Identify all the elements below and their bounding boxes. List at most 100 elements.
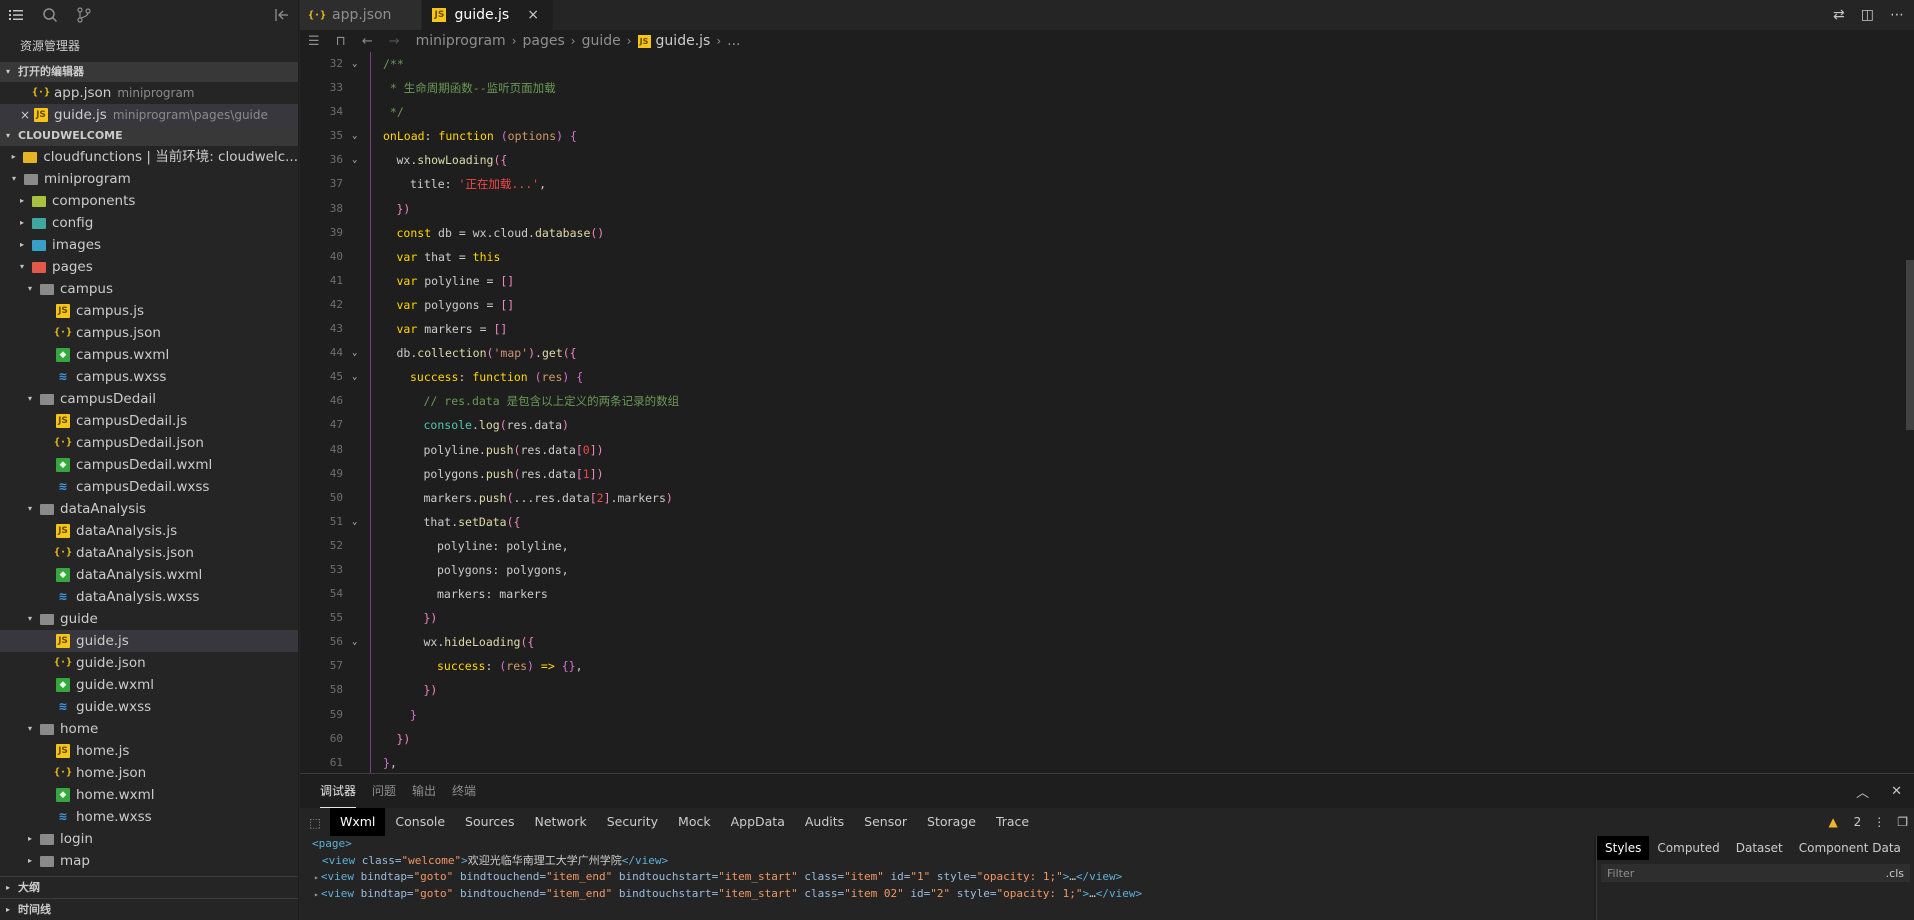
tree-folder[interactable]: ▸ map [0, 850, 298, 872]
bookmark-icon[interactable]: ⊓ [336, 34, 346, 49]
tree-file[interactable]: JS home.js [0, 740, 298, 762]
tree-file[interactable]: ≋ campus.wxss [0, 366, 298, 388]
warning-count[interactable]: 2 [1854, 815, 1862, 829]
tree-folder[interactable]: ▾ campusDedail [0, 388, 298, 410]
tree-folder[interactable]: ▸ images [0, 234, 298, 256]
wxml-node[interactable]: ▸ <view bindtap="goto" bindtouchend="item… [300, 886, 1594, 903]
panel-tab[interactable]: 调试器 [320, 774, 357, 808]
open-editor-item[interactable]: × JS guide.js miniprogram\pages\guide [0, 104, 298, 126]
tree-folder[interactable]: ▾ dataAnalysis [0, 498, 298, 520]
tree-file[interactable]: ◆ campusDedail.wxml [0, 454, 298, 476]
expand-arrow-icon[interactable]: ▸ [314, 873, 319, 882]
tree-file[interactable]: ◆ guide.wxml [0, 674, 298, 696]
tree-folder[interactable]: ▸ components [0, 190, 298, 212]
cls-toggle[interactable]: .cls [1886, 867, 1904, 880]
devtools-tab-security[interactable]: Security [597, 808, 668, 836]
tab-app-json[interactable]: {·} app.json [300, 0, 423, 30]
tree-file[interactable]: ≋ home.wxss [0, 806, 298, 828]
tree-file[interactable]: {·} guide.json [0, 652, 298, 674]
tree-file[interactable]: ≋ guide.wxss [0, 696, 298, 718]
code-editor[interactable]: 32 ⌄/** 33 * 生命周期函数--监听页面加载 34 */35 ⌄ onLoad:… [300, 52, 1914, 773]
breadcrumb-item[interactable]: guide [582, 33, 621, 49]
tree-folder[interactable]: ▾ campus [0, 278, 298, 300]
devtools-tab-appdata[interactable]: AppData [721, 808, 795, 836]
tree-folder[interactable]: ▸ cloudfunctions | 当前环境: cloudwelc... [0, 146, 298, 168]
search-icon[interactable] [42, 7, 58, 23]
outline-header[interactable]: ▸ 大纲 [0, 876, 298, 898]
more-actions-icon[interactable]: ⋯ [1890, 7, 1904, 23]
fold-chevron-icon[interactable]: ⌄ [352, 510, 357, 534]
fold-chevron-icon[interactable]: ⌄ [352, 630, 357, 654]
timeline-header[interactable]: ▸ 时间线 [0, 898, 298, 920]
devtools-tab-sensor[interactable]: Sensor [854, 808, 917, 836]
filter-row[interactable]: Filter .cls [1601, 864, 1910, 882]
devtools-tab-trace[interactable]: Trace [986, 808, 1039, 836]
wxml-node[interactable]: <view class="welcome">欢迎光临华南理工大学广州学院</vi… [300, 853, 1594, 870]
tree-file[interactable]: {·} dataAnalysis.json [0, 542, 298, 564]
back-arrow-icon[interactable]: ← [362, 34, 373, 49]
wxml-node[interactable]: <page> [300, 836, 1594, 853]
devtools-tab-sources[interactable]: Sources [455, 808, 524, 836]
devtools-tab-console[interactable]: Console [385, 808, 455, 836]
tab-guide-js[interactable]: JS guide.js × [422, 0, 554, 30]
panel-tab[interactable]: 问题 [372, 774, 396, 808]
tree-file[interactable]: ◆ dataAnalysis.wxml [0, 564, 298, 586]
fold-chevron-icon[interactable]: ⌄ [352, 365, 357, 389]
fold-chevron-icon[interactable]: ⌄ [352, 124, 357, 148]
tree-file[interactable]: {·} campusDedail.json [0, 432, 298, 454]
panel-tab[interactable]: 终端 [452, 774, 476, 808]
open-editor-item[interactable]: {·} app.json miniprogram [0, 82, 298, 104]
devtools-tab-network[interactable]: Network [525, 808, 597, 836]
devtools-tab-storage[interactable]: Storage [917, 808, 986, 836]
breadcrumb-item[interactable]: guide.js [656, 33, 711, 49]
devtools-tab-audits[interactable]: Audits [795, 808, 854, 836]
fold-chevron-icon[interactable]: ⌄ [352, 148, 357, 172]
tree-file[interactable]: JS guide.js [0, 630, 298, 652]
panel-tab[interactable]: 输出 [412, 774, 436, 808]
filter-input[interactable]: Filter [1607, 867, 1634, 880]
tree-folder[interactable]: ▾ pages [0, 256, 298, 278]
tree-folder[interactable]: ▾ guide [0, 608, 298, 630]
collapse-sidebar-icon[interactable] [274, 7, 290, 23]
list-icon[interactable]: ☰ [308, 34, 320, 49]
styles-tab-dataset[interactable]: Dataset [1728, 836, 1791, 860]
dock-icon[interactable]: ❐ [1897, 815, 1908, 829]
tree-file[interactable]: ◆ home.wxml [0, 784, 298, 806]
breadcrumb-item[interactable]: ... [727, 33, 740, 49]
compare-changes-icon[interactable]: ⇄ [1833, 7, 1845, 23]
devtools-tab-mock[interactable]: Mock [668, 808, 721, 836]
wxml-tree[interactable]: <page> <view class="welcome">欢迎光临华南理工大学广州… [300, 836, 1594, 920]
tree-file[interactable]: {·} campus.json [0, 322, 298, 344]
devtools-tab-wxml[interactable]: Wxml [330, 808, 386, 836]
maximize-panel-icon[interactable]: ︿ [1856, 782, 1869, 801]
tree-folder[interactable]: ▸ login [0, 828, 298, 850]
expand-arrow-icon[interactable]: ▸ [314, 890, 319, 899]
tree-file[interactable]: JS campusDedail.js [0, 410, 298, 432]
tree-file[interactable]: ≋ dataAnalysis.wxss [0, 586, 298, 608]
close-panel-icon[interactable]: ✕ [1891, 784, 1902, 799]
forward-arrow-icon[interactable]: → [389, 34, 400, 49]
tree-folder[interactable]: ▸ config [0, 212, 298, 234]
breadcrumb-item[interactable]: pages [523, 33, 565, 49]
menu-icon[interactable] [8, 7, 24, 23]
editor-scrollbar[interactable] [1906, 30, 1914, 773]
close-icon[interactable]: × [20, 104, 30, 126]
tree-file[interactable]: ≋ campusDedail.wxss [0, 476, 298, 498]
styles-tab-styles[interactable]: Styles [1597, 836, 1650, 860]
close-icon[interactable]: × [527, 7, 539, 23]
tree-folder[interactable]: ▾ miniprogram [0, 168, 298, 190]
split-editor-icon[interactable]: ◫ [1861, 7, 1874, 23]
styles-tab-component-data[interactable]: Component Data [1791, 836, 1909, 860]
tree-file[interactable]: JS dataAnalysis.js [0, 520, 298, 542]
fold-chevron-icon[interactable]: ⌄ [352, 341, 357, 365]
devtools-menu-icon[interactable]: ⋮ [1873, 815, 1885, 829]
wxml-node[interactable]: ▸ <view bindtap="goto" bindtouchend="item… [300, 869, 1594, 886]
scroll-thumb[interactable] [1906, 260, 1914, 430]
project-header[interactable]: ▾ CLOUDWELCOME [0, 126, 298, 146]
styles-tab-computed[interactable]: Computed [1649, 836, 1727, 860]
tree-file[interactable]: ◆ campus.wxml [0, 344, 298, 366]
breadcrumb-item[interactable]: miniprogram [416, 33, 506, 49]
fold-chevron-icon[interactable]: ⌄ [352, 52, 357, 76]
tree-file[interactable]: {·} home.json [0, 762, 298, 784]
tree-folder[interactable]: ▾ home [0, 718, 298, 740]
